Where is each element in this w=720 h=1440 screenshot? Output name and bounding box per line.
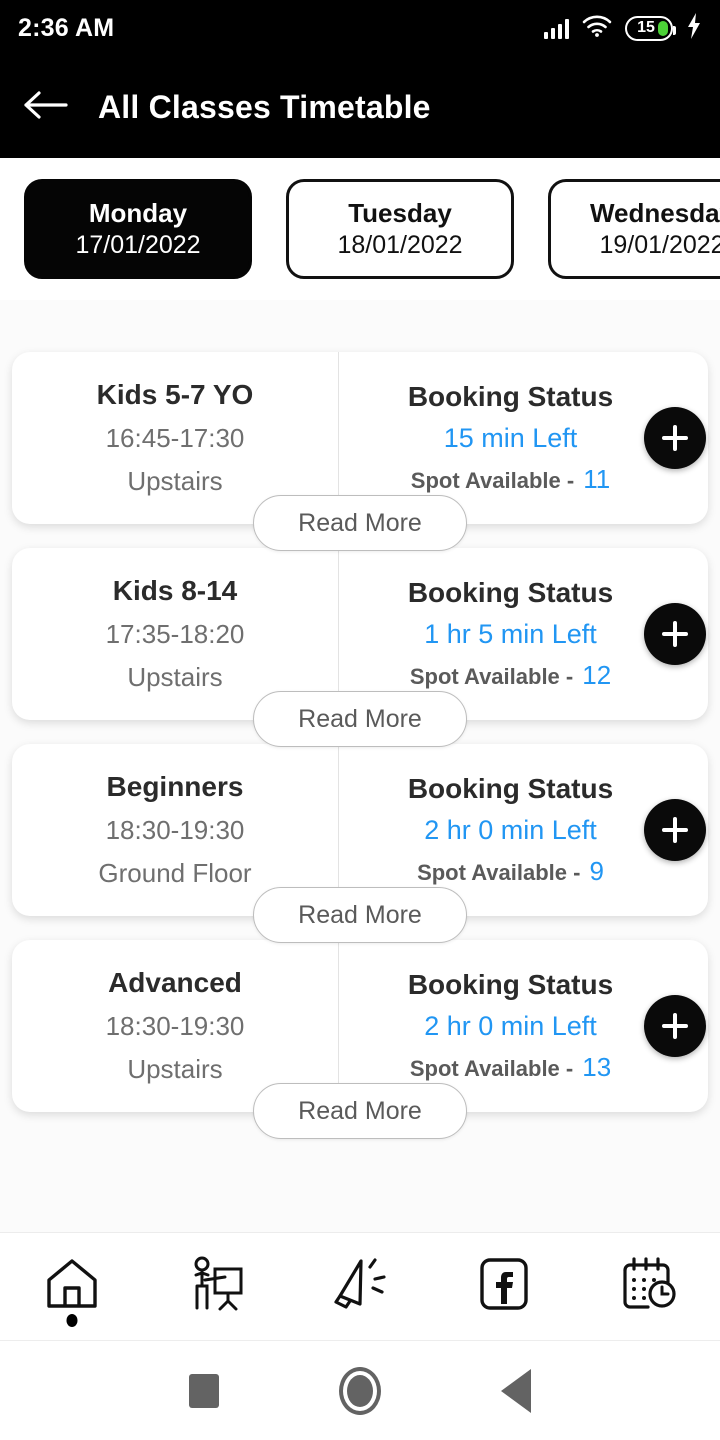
status-bar: 2:36 AM 15 <box>0 0 720 56</box>
class-location: Ground Floor <box>98 858 252 888</box>
plus-icon <box>660 815 690 845</box>
spots-available: Spot Available - 12 <box>410 660 611 691</box>
calendar-clock-icon <box>618 1256 678 1317</box>
spots-available: Spot Available - 11 <box>411 464 610 495</box>
class-name: Kids 5-7 YO <box>96 379 254 410</box>
day-tab-name: Wednesday <box>589 198 720 228</box>
add-booking-button[interactable] <box>644 799 706 861</box>
day-tab-date: 18/01/2022 <box>337 231 463 259</box>
nav-item-facebook[interactable] <box>454 1239 554 1335</box>
add-booking-button[interactable] <box>644 407 706 469</box>
back-arrow-icon[interactable] <box>22 88 68 127</box>
class-time: 16:45-17:30 <box>105 423 245 453</box>
class-time: 18:30-19:30 <box>105 815 245 845</box>
spots-label: Spot Available - <box>417 860 581 885</box>
time-left: 1 hr 5 min Left <box>424 619 597 649</box>
class-location: Upstairs <box>127 1054 223 1084</box>
spots-label: Spot Available - <box>410 468 575 493</box>
signal-icon <box>543 17 569 39</box>
day-tab-monday[interactable]: Monday 17/01/2022 <box>24 179 252 279</box>
spots-available: Spot Available - 13 <box>410 1052 611 1083</box>
class-location: Upstairs <box>127 662 223 692</box>
app-bar: All Classes Timetable <box>0 56 720 158</box>
plus-icon <box>660 1011 690 1041</box>
spots-count: 11 <box>583 464 611 494</box>
plus-icon <box>660 423 690 453</box>
table-row[interactable]: Advanced 18:30-19:30 Upstairs Booking St… <box>12 940 708 1139</box>
table-row[interactable]: Beginners 18:30-19:30 Ground Floor Booki… <box>12 744 708 943</box>
table-row[interactable]: Kids 8-14 17:35-18:20 Upstairs Booking S… <box>12 548 708 747</box>
facebook-icon <box>476 1256 532 1317</box>
read-more-button[interactable]: Read More <box>253 495 467 551</box>
nav-item-classes[interactable] <box>166 1239 266 1335</box>
booking-status-title: Booking Status <box>407 773 614 804</box>
recents-square-icon[interactable] <box>189 1373 219 1408</box>
back-triangle-icon[interactable] <box>501 1368 531 1413</box>
class-name: Kids 8-14 <box>112 575 238 606</box>
booking-status-title: Booking Status <box>407 969 614 1000</box>
nav-item-home[interactable] <box>22 1239 122 1335</box>
class-list[interactable]: Kids 5-7 YO 16:45-17:30 Upstairs Booking… <box>0 300 720 1232</box>
time-left: 2 hr 0 min Left <box>424 1011 597 1041</box>
class-time: 17:35-18:20 <box>105 619 245 649</box>
spots-label: Spot Available - <box>409 664 574 689</box>
spots-count: 9 <box>589 856 604 886</box>
plus-icon <box>660 619 690 649</box>
booking-status-title: Booking Status <box>407 577 614 608</box>
spots-label: Spot Available - <box>409 1056 574 1081</box>
spots-count: 12 <box>582 660 612 690</box>
home-icon <box>43 1256 101 1317</box>
time-left: 15 min Left <box>443 423 578 453</box>
spots-available: Spot Available - 9 <box>417 856 604 887</box>
booking-status-title: Booking Status <box>407 381 614 412</box>
class-time: 18:30-19:30 <box>105 1011 245 1041</box>
home-circle-icon[interactable] <box>339 1366 381 1415</box>
add-booking-button[interactable] <box>644 995 706 1057</box>
status-icons: 15 <box>543 12 703 44</box>
table-row[interactable]: Kids 5-7 YO 16:45-17:30 Upstairs Booking… <box>12 352 708 551</box>
day-tab-wednesday[interactable]: Wednesday 19/01/2022 <box>548 179 720 279</box>
nav-item-schedule[interactable] <box>598 1239 698 1335</box>
time-left: 2 hr 0 min Left <box>424 815 597 845</box>
day-tab-name: Tuesday <box>348 198 452 228</box>
day-tabs-strip[interactable]: Monday 17/01/2022 Tuesday 18/01/2022 Wed… <box>0 158 720 300</box>
spots-count: 13 <box>582 1052 612 1082</box>
day-tab-date: 19/01/2022 <box>599 231 720 259</box>
class-name: Advanced <box>108 967 242 998</box>
class-location: Upstairs <box>127 466 223 496</box>
status-time: 2:36 AM <box>18 13 115 42</box>
active-indicator-dot <box>66 1313 78 1327</box>
bottom-navigation[interactable] <box>0 1232 720 1340</box>
nav-item-announcements[interactable] <box>310 1239 410 1335</box>
charging-bolt-icon <box>686 12 702 44</box>
read-more-button[interactable]: Read More <box>253 887 467 943</box>
battery-icon: 15 <box>625 15 676 41</box>
day-tab-date: 17/01/2022 <box>75 231 201 259</box>
page-title: All Classes Timetable <box>98 88 431 125</box>
add-booking-button[interactable] <box>644 603 706 665</box>
class-name: Beginners <box>106 771 244 802</box>
battery-level: 15 <box>637 19 655 36</box>
day-tab-name: Monday <box>88 198 188 228</box>
app-screen: 2:36 AM 15 All Classes Timetable Monday … <box>0 0 720 1440</box>
presenter-icon <box>185 1256 247 1317</box>
android-navigation-bar[interactable] <box>0 1340 720 1440</box>
day-tab-tuesday[interactable]: Tuesday 18/01/2022 <box>286 179 514 279</box>
read-more-button[interactable]: Read More <box>253 691 467 747</box>
wifi-icon <box>582 15 612 42</box>
read-more-button[interactable]: Read More <box>253 1083 467 1139</box>
battery-fill <box>658 20 668 36</box>
megaphone-icon <box>330 1257 390 1316</box>
